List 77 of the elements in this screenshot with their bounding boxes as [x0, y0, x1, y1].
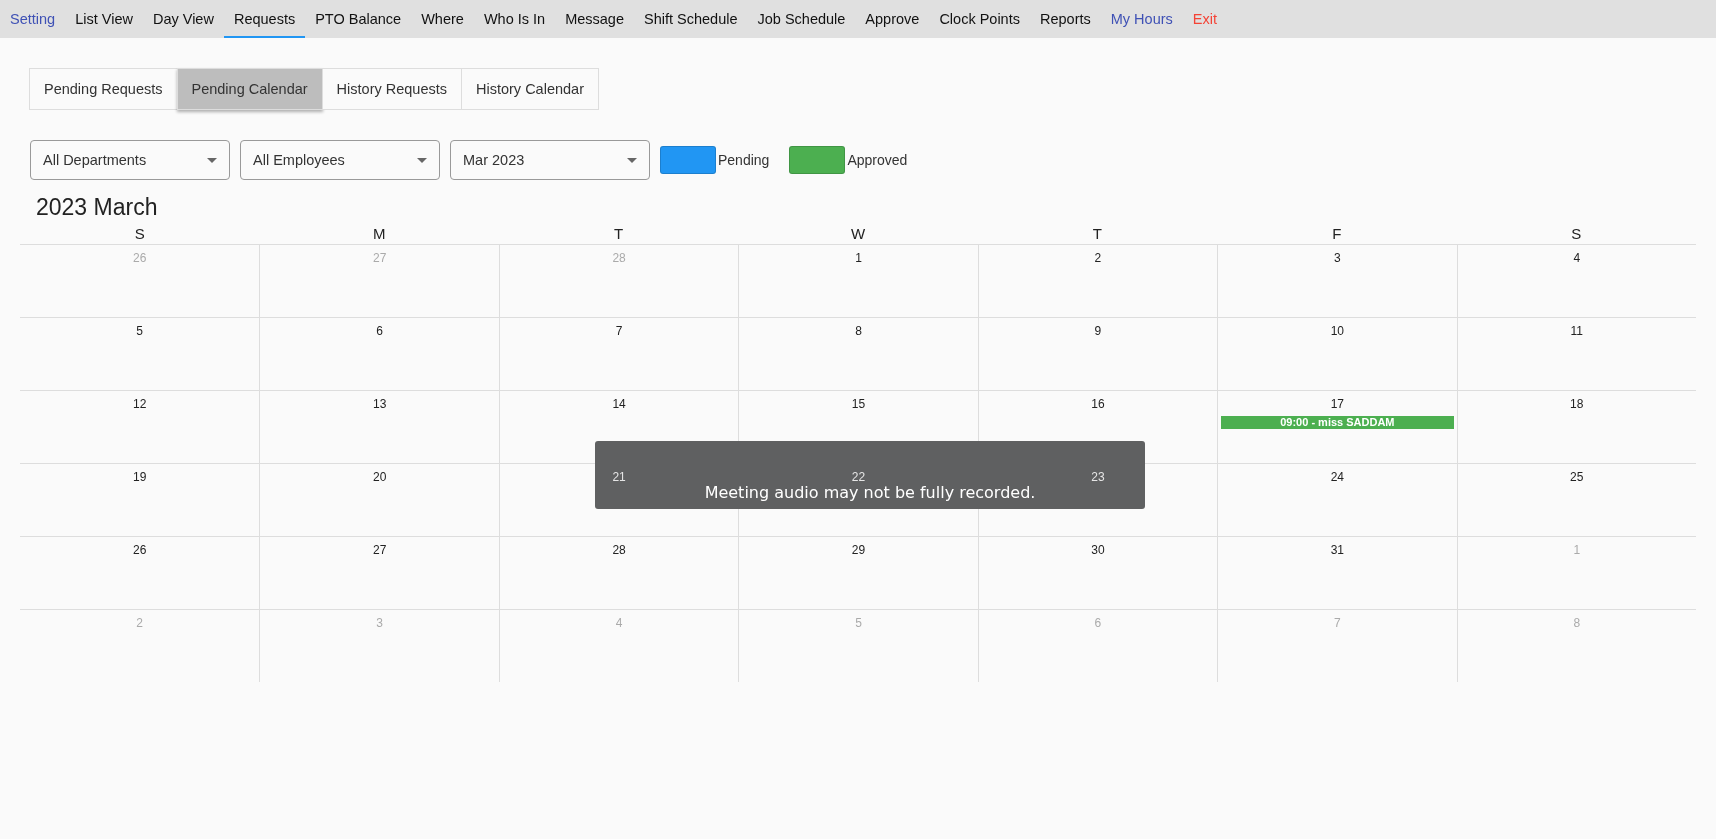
nav-link[interactable]: Clock Points: [929, 0, 1030, 38]
day-number: 19: [133, 470, 147, 484]
day-number: 3: [1334, 251, 1341, 265]
tab[interactable]: Pending Calendar: [176, 68, 323, 110]
nav-link[interactable]: Approve: [855, 0, 930, 38]
weekday-label: S: [133, 224, 146, 244]
day-number: 30: [1091, 543, 1105, 557]
day-number: 7: [1334, 616, 1341, 630]
nav-link[interactable]: Message: [555, 0, 634, 38]
weekday-label: S: [1570, 224, 1583, 244]
weekday-label: W: [849, 224, 867, 244]
day-number: 28: [612, 543, 626, 557]
day-number: 5: [855, 616, 862, 630]
toast-message: Meeting audio may not be fully recorded.: [704, 485, 1036, 501]
nav-link[interactable]: Where: [411, 0, 474, 38]
nav-link[interactable]: Day View: [142, 0, 224, 38]
dropdown-select[interactable]: All Employees: [240, 140, 440, 180]
tab[interactable]: History Requests: [321, 68, 462, 110]
calendar-title: 2023 March: [36, 194, 159, 221]
day-number: 15: [851, 397, 866, 411]
weekday-label: M: [371, 224, 387, 244]
day-number: 12: [133, 397, 147, 411]
day-number: 31: [1330, 543, 1345, 557]
dropdown-select[interactable]: Mar 2023: [450, 140, 650, 180]
nav-link[interactable]: List View: [65, 0, 143, 38]
day-number: 10: [1330, 324, 1345, 338]
day-number: 28: [612, 251, 626, 265]
day-number: 24: [1330, 470, 1345, 484]
tab[interactable]: History Calendar: [461, 68, 599, 110]
day-number: 17: [1330, 397, 1345, 411]
day-number: 22: [851, 470, 866, 484]
nav-link[interactable]: Shift Schedule: [633, 0, 748, 38]
nav-link[interactable]: Requests: [223, 0, 306, 38]
dropdown-caret-icon: [627, 157, 637, 163]
legend-label: Approved: [847, 152, 908, 168]
day-number: 14: [612, 397, 626, 411]
tab[interactable]: Pending Requests: [29, 68, 178, 110]
day-number: 26: [133, 543, 147, 557]
day-number: 27: [372, 251, 387, 265]
nav-link[interactable]: Reports: [1029, 0, 1101, 38]
day-number: 16: [1091, 397, 1105, 411]
day-number: 1: [855, 251, 862, 265]
nav-link[interactable]: Job Schedule: [747, 0, 856, 38]
day-number: 9: [1094, 324, 1102, 338]
day-number: 2: [1094, 251, 1102, 265]
day-number: 3: [376, 616, 383, 630]
dropdown-caret-icon: [417, 157, 427, 163]
weekday-label: T: [1091, 224, 1103, 244]
dropdown-select[interactable]: All Departments: [30, 140, 230, 180]
day-number: 26: [133, 251, 147, 265]
day-number: 27: [372, 543, 387, 557]
weekday-label: T: [612, 224, 625, 244]
day-number: 29: [851, 543, 866, 557]
day-number: 21: [612, 470, 626, 484]
day-number: 8: [1573, 616, 1581, 630]
day-number: 4: [1573, 251, 1581, 265]
dropdown-caret-icon: [207, 157, 217, 163]
day-number: 1: [1573, 543, 1581, 557]
nav-link[interactable]: Setting: [0, 0, 66, 38]
nav-link[interactable]: Who Is In: [473, 0, 556, 38]
day-number: 11: [1570, 324, 1583, 338]
day-number: 6: [1094, 616, 1102, 630]
day-number: 2: [136, 616, 144, 630]
weekday-label: F: [1331, 224, 1343, 244]
day-number: 20: [372, 470, 387, 484]
day-number: 25: [1570, 470, 1584, 484]
nav-link[interactable]: My Hours: [1100, 0, 1183, 38]
day-number: 7: [615, 324, 623, 338]
day-number: 23: [1091, 470, 1105, 484]
legend-label: Pending: [718, 152, 770, 168]
day-number: 5: [136, 324, 144, 338]
day-number: 13: [372, 397, 387, 411]
day-number: 18: [1570, 397, 1584, 411]
day-number: 8: [855, 324, 862, 338]
day-number: 6: [376, 324, 383, 338]
nav-link[interactable]: PTO Balance: [305, 0, 412, 38]
day-number: 4: [615, 616, 623, 630]
